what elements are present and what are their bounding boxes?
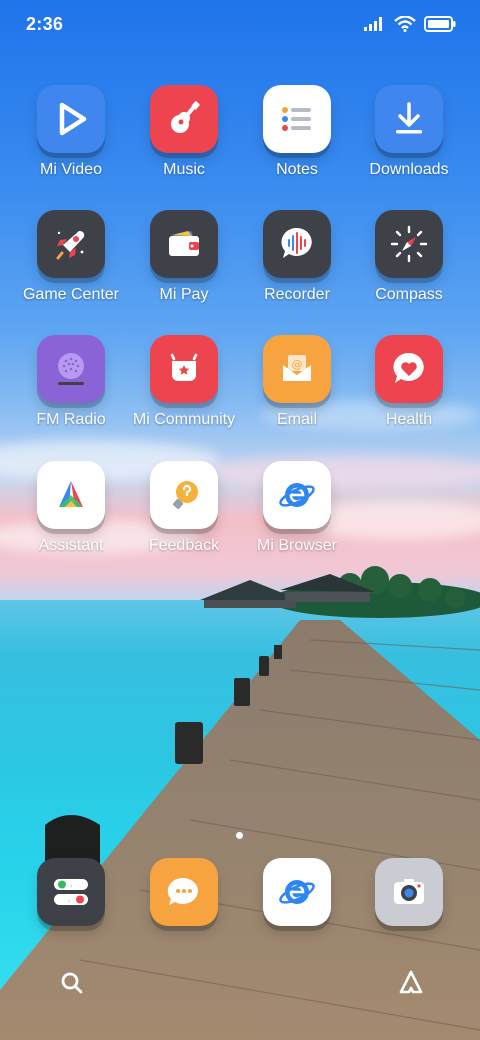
- community-icon: [150, 335, 218, 403]
- app-label: Downloads: [369, 161, 449, 178]
- app-feedback[interactable]: Feedback: [128, 461, 240, 555]
- assistant-outline-icon[interactable]: [396, 968, 426, 998]
- dock-browser[interactable]: [241, 858, 353, 926]
- heart-icon: [375, 335, 443, 403]
- browser-icon: [263, 858, 331, 926]
- app-label: Mi Video: [40, 161, 102, 178]
- envelope-icon: @: [263, 335, 331, 403]
- app-mi-video[interactable]: Mi Video: [15, 85, 127, 179]
- app-label: Game Center: [22, 286, 120, 303]
- app-label: Recorder: [264, 286, 330, 303]
- app-label: Health: [385, 411, 433, 428]
- app-notes[interactable]: Notes: [241, 85, 353, 179]
- play-icon: [37, 85, 105, 153]
- app-recorder[interactable]: Recorder: [241, 210, 353, 304]
- app-label: Notes: [276, 161, 318, 178]
- clock: 2:36: [26, 14, 64, 34]
- browser-icon: [263, 461, 331, 529]
- dock-messages[interactable]: [128, 858, 240, 926]
- app-label: Assistant: [38, 537, 104, 554]
- guitar-icon: [150, 85, 218, 153]
- radio-icon: [37, 335, 105, 403]
- app-mi-community[interactable]: Mi Community: [128, 335, 240, 429]
- waveform-icon: [263, 210, 331, 278]
- svg-text:‹: ‹: [68, 898, 70, 905]
- phone-icon: › ‹: [37, 858, 105, 926]
- rocket-icon: [37, 210, 105, 278]
- camera-icon: [375, 858, 443, 926]
- svg-text:@: @: [292, 358, 303, 371]
- app-label: Mi Browser: [256, 537, 337, 554]
- download-icon: [375, 85, 443, 153]
- search-icon[interactable]: [57, 968, 87, 998]
- wallet-icon: [150, 210, 218, 278]
- app-compass[interactable]: Compass: [353, 210, 465, 304]
- app-downloads[interactable]: Downloads: [353, 85, 465, 179]
- app-music[interactable]: Music: [128, 85, 240, 179]
- app-fm-radio[interactable]: FM Radio: [15, 335, 127, 429]
- dock-phone[interactable]: › ‹: [15, 858, 127, 926]
- battery-icon: [424, 16, 456, 32]
- app-label: Compass: [375, 286, 443, 303]
- app-health[interactable]: Health: [353, 335, 465, 429]
- app-game-center[interactable]: Game Center: [15, 210, 127, 304]
- app-label: Mi Community: [132, 411, 236, 428]
- list-icon: [263, 85, 331, 153]
- app-email[interactable]: @ Email: [241, 335, 353, 429]
- app-label: Mi Pay: [159, 286, 209, 303]
- app-label: Feedback: [148, 537, 220, 554]
- dock-camera[interactable]: [353, 858, 465, 926]
- app-assistant[interactable]: Assistant: [15, 461, 127, 555]
- lightbulb-icon: [150, 461, 218, 529]
- app-label: FM Radio: [36, 411, 106, 428]
- compass-icon: [375, 210, 443, 278]
- app-mi-pay[interactable]: Mi Pay: [128, 210, 240, 304]
- page-indicator: [236, 832, 243, 839]
- app-label: Email: [276, 411, 317, 428]
- app-mi-browser[interactable]: Mi Browser: [241, 461, 353, 555]
- app-label: Music: [163, 161, 205, 178]
- message-icon: [150, 858, 218, 926]
- assistant-icon: [37, 461, 105, 529]
- wifi-icon: [394, 16, 416, 32]
- status-icons: [364, 16, 456, 32]
- signal-icon: [364, 17, 382, 31]
- status-bar: 2:36: [0, 0, 480, 50]
- svg-text:›: ›: [70, 883, 72, 890]
